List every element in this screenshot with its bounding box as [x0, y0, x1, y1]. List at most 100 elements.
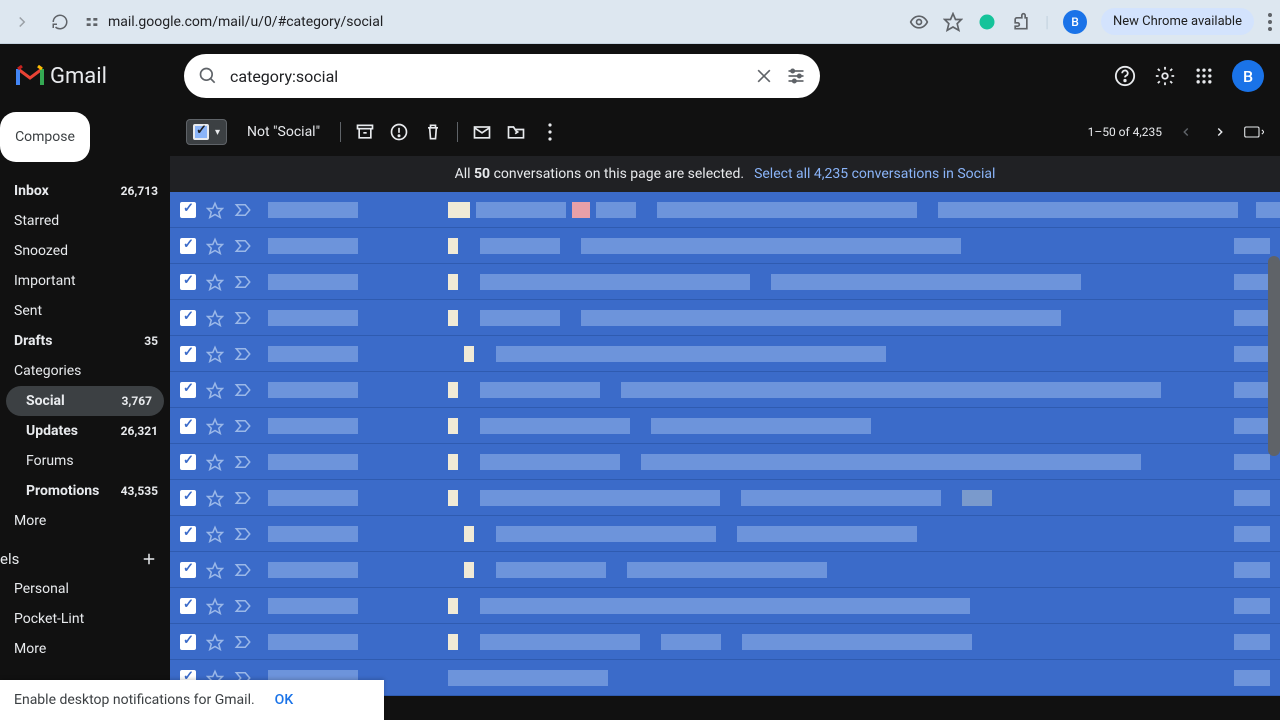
search-icon[interactable] — [198, 66, 218, 86]
row-checkbox[interactable] — [180, 346, 196, 362]
select-all-checkbox[interactable]: ▾ — [186, 119, 227, 145]
compose-button[interactable]: Compose — [0, 112, 90, 162]
importance-icon[interactable] — [234, 491, 252, 505]
star-icon[interactable] — [206, 201, 224, 219]
delete-icon[interactable] — [423, 122, 443, 142]
mail-row[interactable] — [170, 408, 1280, 444]
sidebar-category-updates[interactable]: Updates26,321 — [0, 416, 170, 446]
star-icon[interactable] — [206, 489, 224, 507]
importance-icon[interactable] — [234, 347, 252, 361]
sidebar-more[interactable]: More — [0, 506, 170, 536]
star-icon[interactable] — [206, 237, 224, 255]
grammarly-icon[interactable] — [977, 12, 997, 32]
sidebar-label-pocket-lint[interactable]: Pocket-Lint — [0, 604, 170, 634]
sidebar-category-social[interactable]: Social3,767 — [6, 386, 164, 416]
sidebar-item-inbox[interactable]: Inbox26,713 — [0, 176, 170, 206]
sidebar-labels-more[interactable]: More — [0, 634, 170, 664]
apps-grid-icon[interactable] — [1194, 66, 1214, 86]
mail-row[interactable] — [170, 228, 1280, 264]
select-all-link[interactable]: Select all 4,235 conversations in Social — [754, 166, 995, 182]
mail-row[interactable] — [170, 480, 1280, 516]
address-bar[interactable]: mail.google.com/mail/u/0/#category/socia… — [84, 14, 899, 30]
sidebar-category-forums[interactable]: Forums — [0, 446, 170, 476]
mail-row[interactable] — [170, 264, 1280, 300]
row-checkbox[interactable] — [180, 274, 196, 290]
search-options-icon[interactable] — [786, 66, 806, 86]
star-icon[interactable] — [206, 633, 224, 651]
row-checkbox[interactable] — [180, 238, 196, 254]
mark-unread-icon[interactable] — [472, 122, 492, 142]
search-input[interactable] — [230, 67, 742, 86]
search-bar[interactable] — [184, 54, 820, 98]
mail-row[interactable] — [170, 588, 1280, 624]
importance-icon[interactable] — [234, 239, 252, 253]
settings-icon[interactable] — [1154, 65, 1176, 87]
row-checkbox[interactable] — [180, 634, 196, 650]
mail-row[interactable] — [170, 516, 1280, 552]
mail-row[interactable] — [170, 336, 1280, 372]
importance-icon[interactable] — [234, 599, 252, 613]
site-info-icon[interactable] — [84, 14, 100, 30]
star-icon[interactable] — [206, 381, 224, 399]
mail-row[interactable] — [170, 192, 1280, 228]
mail-row[interactable] — [170, 624, 1280, 660]
bookmark-star-icon[interactable] — [943, 12, 963, 32]
extensions-icon[interactable] — [1011, 12, 1031, 32]
notification-ok-button[interactable]: OK — [275, 692, 294, 708]
row-checkbox[interactable] — [180, 310, 196, 326]
importance-icon[interactable] — [234, 635, 252, 649]
row-checkbox[interactable] — [180, 202, 196, 218]
importance-icon[interactable] — [234, 527, 252, 541]
star-icon[interactable] — [206, 417, 224, 435]
account-avatar[interactable]: B — [1232, 60, 1264, 92]
star-icon[interactable] — [206, 309, 224, 327]
older-page-icon[interactable] — [1210, 122, 1230, 142]
report-spam-icon[interactable] — [389, 122, 409, 142]
row-checkbox[interactable] — [180, 598, 196, 614]
row-checkbox[interactable] — [180, 526, 196, 542]
sidebar-category-promotions[interactable]: Promotions43,535 — [0, 476, 170, 506]
archive-icon[interactable] — [355, 122, 375, 142]
add-label-icon[interactable] — [140, 550, 158, 568]
row-checkbox[interactable] — [180, 382, 196, 398]
star-icon[interactable] — [206, 345, 224, 363]
row-checkbox[interactable] — [180, 418, 196, 434]
importance-icon[interactable] — [234, 455, 252, 469]
mail-row[interactable] — [170, 300, 1280, 336]
help-icon[interactable] — [1114, 65, 1136, 87]
select-all-dropdown-icon[interactable]: ▾ — [211, 127, 224, 138]
new-chrome-button[interactable]: New Chrome available — [1101, 8, 1254, 35]
star-icon[interactable] — [206, 561, 224, 579]
star-icon[interactable] — [206, 525, 224, 543]
scrollbar-thumb[interactable] — [1268, 256, 1280, 456]
more-actions-icon[interactable] — [540, 122, 560, 142]
clear-search-icon[interactable] — [754, 66, 774, 86]
reload-icon[interactable] — [46, 8, 74, 36]
sidebar-label-personal[interactable]: Personal — [0, 574, 170, 604]
star-icon[interactable] — [206, 273, 224, 291]
sidebar-item-important[interactable]: Important — [0, 266, 170, 296]
importance-icon[interactable] — [234, 275, 252, 289]
row-checkbox[interactable] — [180, 454, 196, 470]
star-icon[interactable] — [206, 453, 224, 471]
eye-icon[interactable] — [909, 12, 929, 32]
sidebar-item-starred[interactable]: Starred — [0, 206, 170, 236]
input-tools-icon[interactable] — [1244, 122, 1264, 142]
newer-page-icon[interactable] — [1176, 122, 1196, 142]
not-social-button[interactable]: Not "Social" — [241, 124, 326, 140]
mail-row[interactable] — [170, 444, 1280, 480]
importance-icon[interactable] — [234, 563, 252, 577]
logo-area[interactable]: Gmail — [16, 64, 168, 89]
importance-icon[interactable] — [234, 203, 252, 217]
browser-menu-icon[interactable] — [1268, 13, 1272, 31]
forward-icon[interactable] — [8, 8, 36, 36]
importance-icon[interactable] — [234, 419, 252, 433]
mail-row[interactable] — [170, 372, 1280, 408]
sidebar-item-drafts[interactable]: Drafts35 — [0, 326, 170, 356]
mail-row[interactable] — [170, 552, 1280, 588]
row-checkbox[interactable] — [180, 490, 196, 506]
row-checkbox[interactable] — [180, 562, 196, 578]
sidebar-item-snoozed[interactable]: Snoozed — [0, 236, 170, 266]
sidebar-item-categories[interactable]: Categories — [0, 356, 170, 386]
move-to-icon[interactable] — [506, 122, 526, 142]
